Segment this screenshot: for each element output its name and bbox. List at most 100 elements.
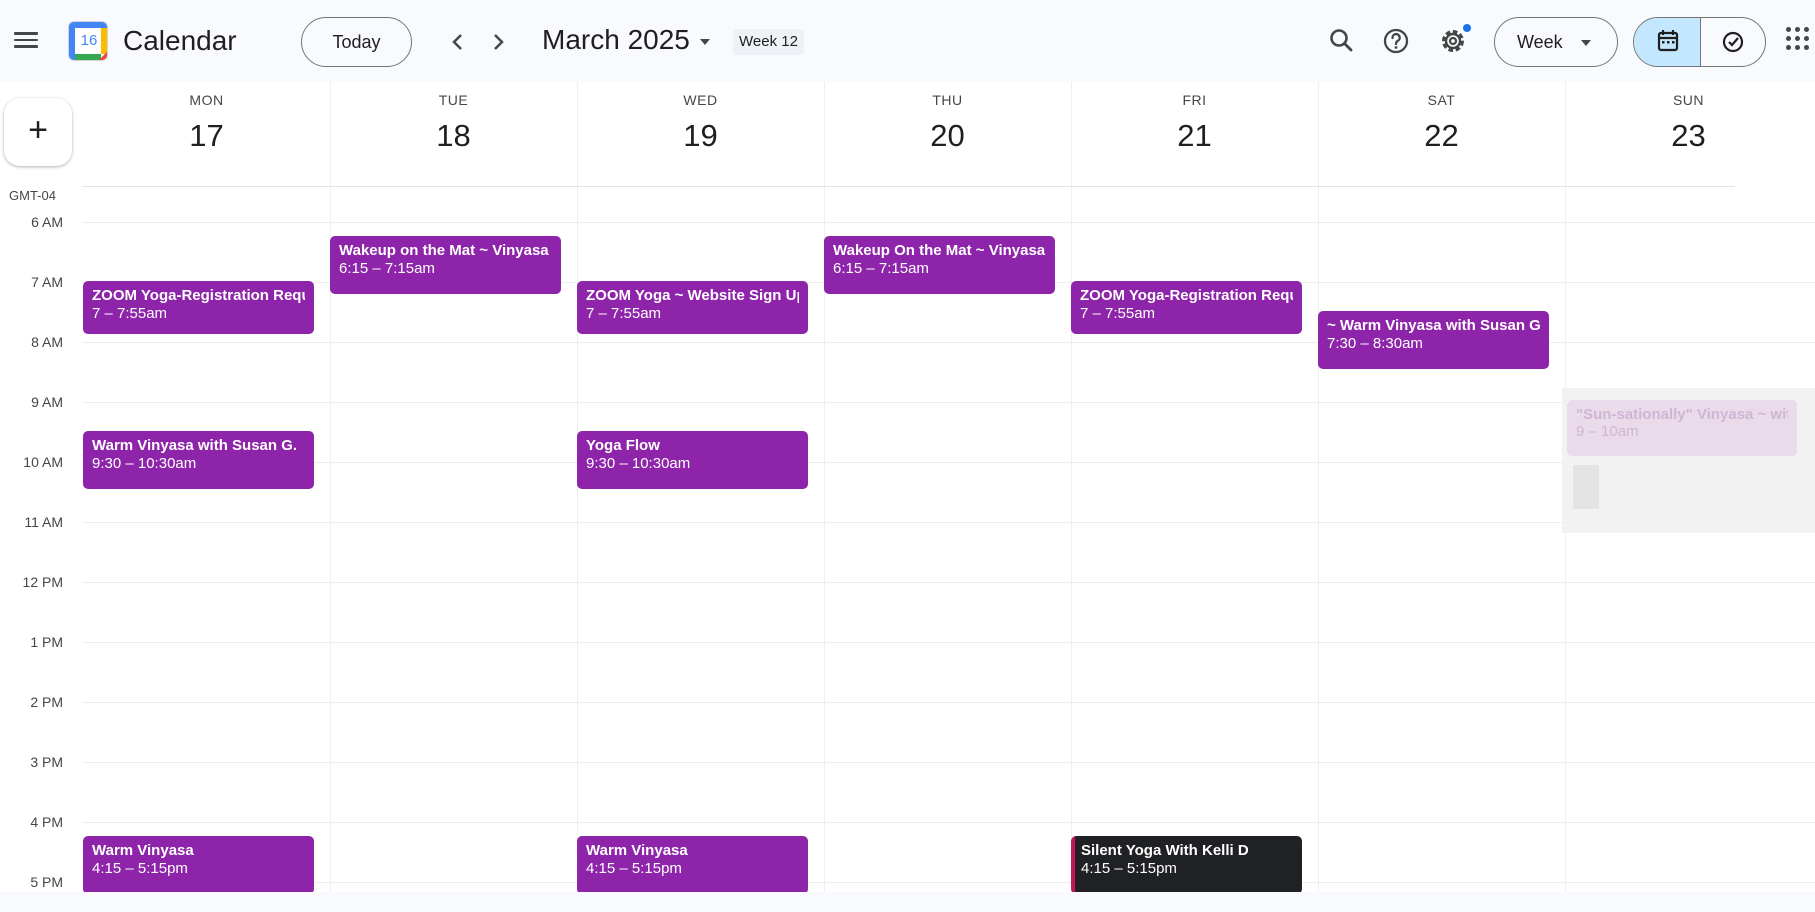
hour-label: 2 PM xyxy=(30,694,63,710)
view-selector[interactable]: Week xyxy=(1494,17,1618,67)
view-selector-label: Week xyxy=(1517,32,1563,52)
day-header-sat[interactable]: SAT 22 xyxy=(1318,92,1565,154)
hour-label: 11 AM xyxy=(24,514,63,530)
tasks-view-toggle[interactable] xyxy=(1700,18,1765,66)
event-card[interactable]: Warm Vinyasa with Susan G. 9:30 – 10:30a… xyxy=(83,431,314,489)
hour-gridline xyxy=(82,222,1815,223)
hour-gridline xyxy=(82,882,1815,883)
day-name: TUE xyxy=(438,92,469,108)
calendar-logo[interactable]: 16 xyxy=(68,21,108,61)
hour-label: 10 AM xyxy=(23,454,63,470)
column-divider xyxy=(1318,82,1319,912)
event-card[interactable]: Silent Yoga With Kelli D 4:15 – 5:15pm xyxy=(1071,836,1302,894)
chevron-left-icon xyxy=(452,34,462,50)
event-time: 7 – 7:55am xyxy=(586,305,662,322)
day-header-tue[interactable]: TUE 18 xyxy=(330,92,577,154)
hour-gridline xyxy=(82,822,1815,823)
event-title: ZOOM Yoga-Registration Requi xyxy=(92,287,305,304)
day-name: MON xyxy=(189,92,224,108)
day-name: SAT xyxy=(1427,92,1456,108)
event-time: 9:30 – 10:30am xyxy=(92,455,197,472)
day-number[interactable]: 18 xyxy=(330,118,577,154)
hour-label: 8 AM xyxy=(31,334,63,350)
calendar-view-toggle[interactable] xyxy=(1634,18,1700,66)
column-divider xyxy=(824,82,825,912)
event-title: Wakeup On the Mat ~ Vinyasa f xyxy=(833,242,1046,259)
column-divider xyxy=(330,82,331,912)
event-card[interactable]: Wakeup On the Mat ~ Vinyasa f 6:15 – 7:1… xyxy=(824,236,1055,294)
create-event-button[interactable]: + xyxy=(4,98,72,166)
dragged-event-card[interactable]: "Sun-sationally" Vinyasa ~ with 9 – 10am xyxy=(1567,400,1797,456)
hour-gridline xyxy=(82,642,1815,643)
event-time: 7:30 – 8:30am xyxy=(1327,335,1423,352)
event-title: Silent Yoga With Kelli D xyxy=(1081,842,1249,859)
event-title: ~ Warm Vinyasa with Susan G. ~ xyxy=(1327,317,1540,334)
day-number[interactable]: 20 xyxy=(824,118,1071,154)
event-title: Wakeup on the Mat ~ Vinyasa f xyxy=(339,242,552,259)
view-toggle-group xyxy=(1633,17,1766,67)
tasks-icon xyxy=(1722,31,1744,53)
hour-label: 5 PM xyxy=(30,874,63,890)
event-time: 4:15 – 5:15pm xyxy=(586,860,682,877)
event-title: Yoga Flow xyxy=(586,437,660,454)
day-name: THU xyxy=(932,92,963,108)
day-header-mon[interactable]: MON 17 xyxy=(83,92,330,154)
header-divider xyxy=(82,186,1735,187)
hour-gridline xyxy=(82,582,1815,583)
hour-label: 3 PM xyxy=(30,754,63,770)
notification-dot xyxy=(1463,24,1471,32)
top-bar: 16 Calendar Today March 2025 Week 12 Wee… xyxy=(0,0,1815,82)
logo-day-number: 16 xyxy=(80,32,98,49)
previous-week-button[interactable] xyxy=(443,27,473,57)
event-card[interactable]: Yoga Flow 9:30 – 10:30am xyxy=(577,431,808,489)
day-name: WED xyxy=(683,92,718,108)
hour-gridline xyxy=(82,762,1815,763)
event-time: 9:30 – 10:30am xyxy=(586,455,691,472)
day-number[interactable]: 19 xyxy=(577,118,824,154)
event-time: 7 – 7:55am xyxy=(1080,305,1156,322)
event-title: ZOOM Yoga-Registration Requi xyxy=(1080,287,1293,304)
event-card[interactable]: Warm Vinyasa 4:15 – 5:15pm xyxy=(83,836,314,894)
day-number[interactable]: 21 xyxy=(1071,118,1318,154)
event-card[interactable]: Wakeup on the Mat ~ Vinyasa f 6:15 – 7:1… xyxy=(330,236,561,294)
day-number[interactable]: 23 xyxy=(1565,118,1812,154)
timezone-label: GMT-04 xyxy=(9,188,56,203)
day-header-sun[interactable]: SUN 23 xyxy=(1565,92,1812,154)
hour-label: 4 PM xyxy=(30,814,63,830)
app-title[interactable]: Calendar xyxy=(123,25,237,57)
event-title: Warm Vinyasa with Susan G. xyxy=(92,437,298,454)
event-card[interactable]: Warm Vinyasa 4:15 – 5:15pm xyxy=(577,836,808,894)
today-button[interactable]: Today xyxy=(301,17,412,67)
day-header-thu[interactable]: THU 20 xyxy=(824,92,1071,154)
event-card[interactable]: ZOOM Yoga-Registration Requi 7 – 7:55am xyxy=(83,281,314,334)
day-number[interactable]: 17 xyxy=(83,118,330,154)
period-label[interactable]: March 2025 xyxy=(542,24,690,56)
calendar-icon xyxy=(1657,30,1679,52)
search-icon[interactable] xyxy=(1322,21,1362,61)
apps-icon[interactable] xyxy=(1786,27,1810,55)
day-number[interactable]: 22 xyxy=(1318,118,1565,154)
day-header-fri[interactable]: FRI 21 xyxy=(1071,92,1318,154)
hour-label: 7 AM xyxy=(31,274,63,290)
menu-icon[interactable] xyxy=(14,28,42,56)
event-card[interactable]: ~ Warm Vinyasa with Susan G. ~ 7:30 – 8:… xyxy=(1318,311,1549,369)
next-week-button[interactable] xyxy=(483,27,513,57)
bottom-edge xyxy=(0,892,1815,912)
hour-gridline xyxy=(82,342,1815,343)
event-time: 7 – 7:55am xyxy=(92,305,168,322)
event-title: ZOOM Yoga ~ Website Sign Up i xyxy=(586,287,799,304)
event-time: 6:15 – 7:15am xyxy=(339,260,435,277)
event-time: 4:15 – 5:15pm xyxy=(92,860,188,877)
hour-gridline xyxy=(82,402,1815,403)
help-icon[interactable] xyxy=(1376,21,1416,61)
hour-gridline xyxy=(82,522,1815,523)
chevron-right-icon xyxy=(494,34,504,50)
chevron-down-icon[interactable] xyxy=(700,39,710,45)
event-title: Warm Vinyasa xyxy=(92,842,194,859)
hour-label: 6 AM xyxy=(31,214,63,230)
event-time: 4:15 – 5:15pm xyxy=(1081,860,1177,877)
event-card[interactable]: ZOOM Yoga ~ Website Sign Up i 7 – 7:55am xyxy=(577,281,808,334)
event-card[interactable]: ZOOM Yoga-Registration Requi 7 – 7:55am xyxy=(1071,281,1302,334)
hour-label: 9 AM xyxy=(31,394,63,410)
day-header-wed[interactable]: WED 19 xyxy=(577,92,824,154)
